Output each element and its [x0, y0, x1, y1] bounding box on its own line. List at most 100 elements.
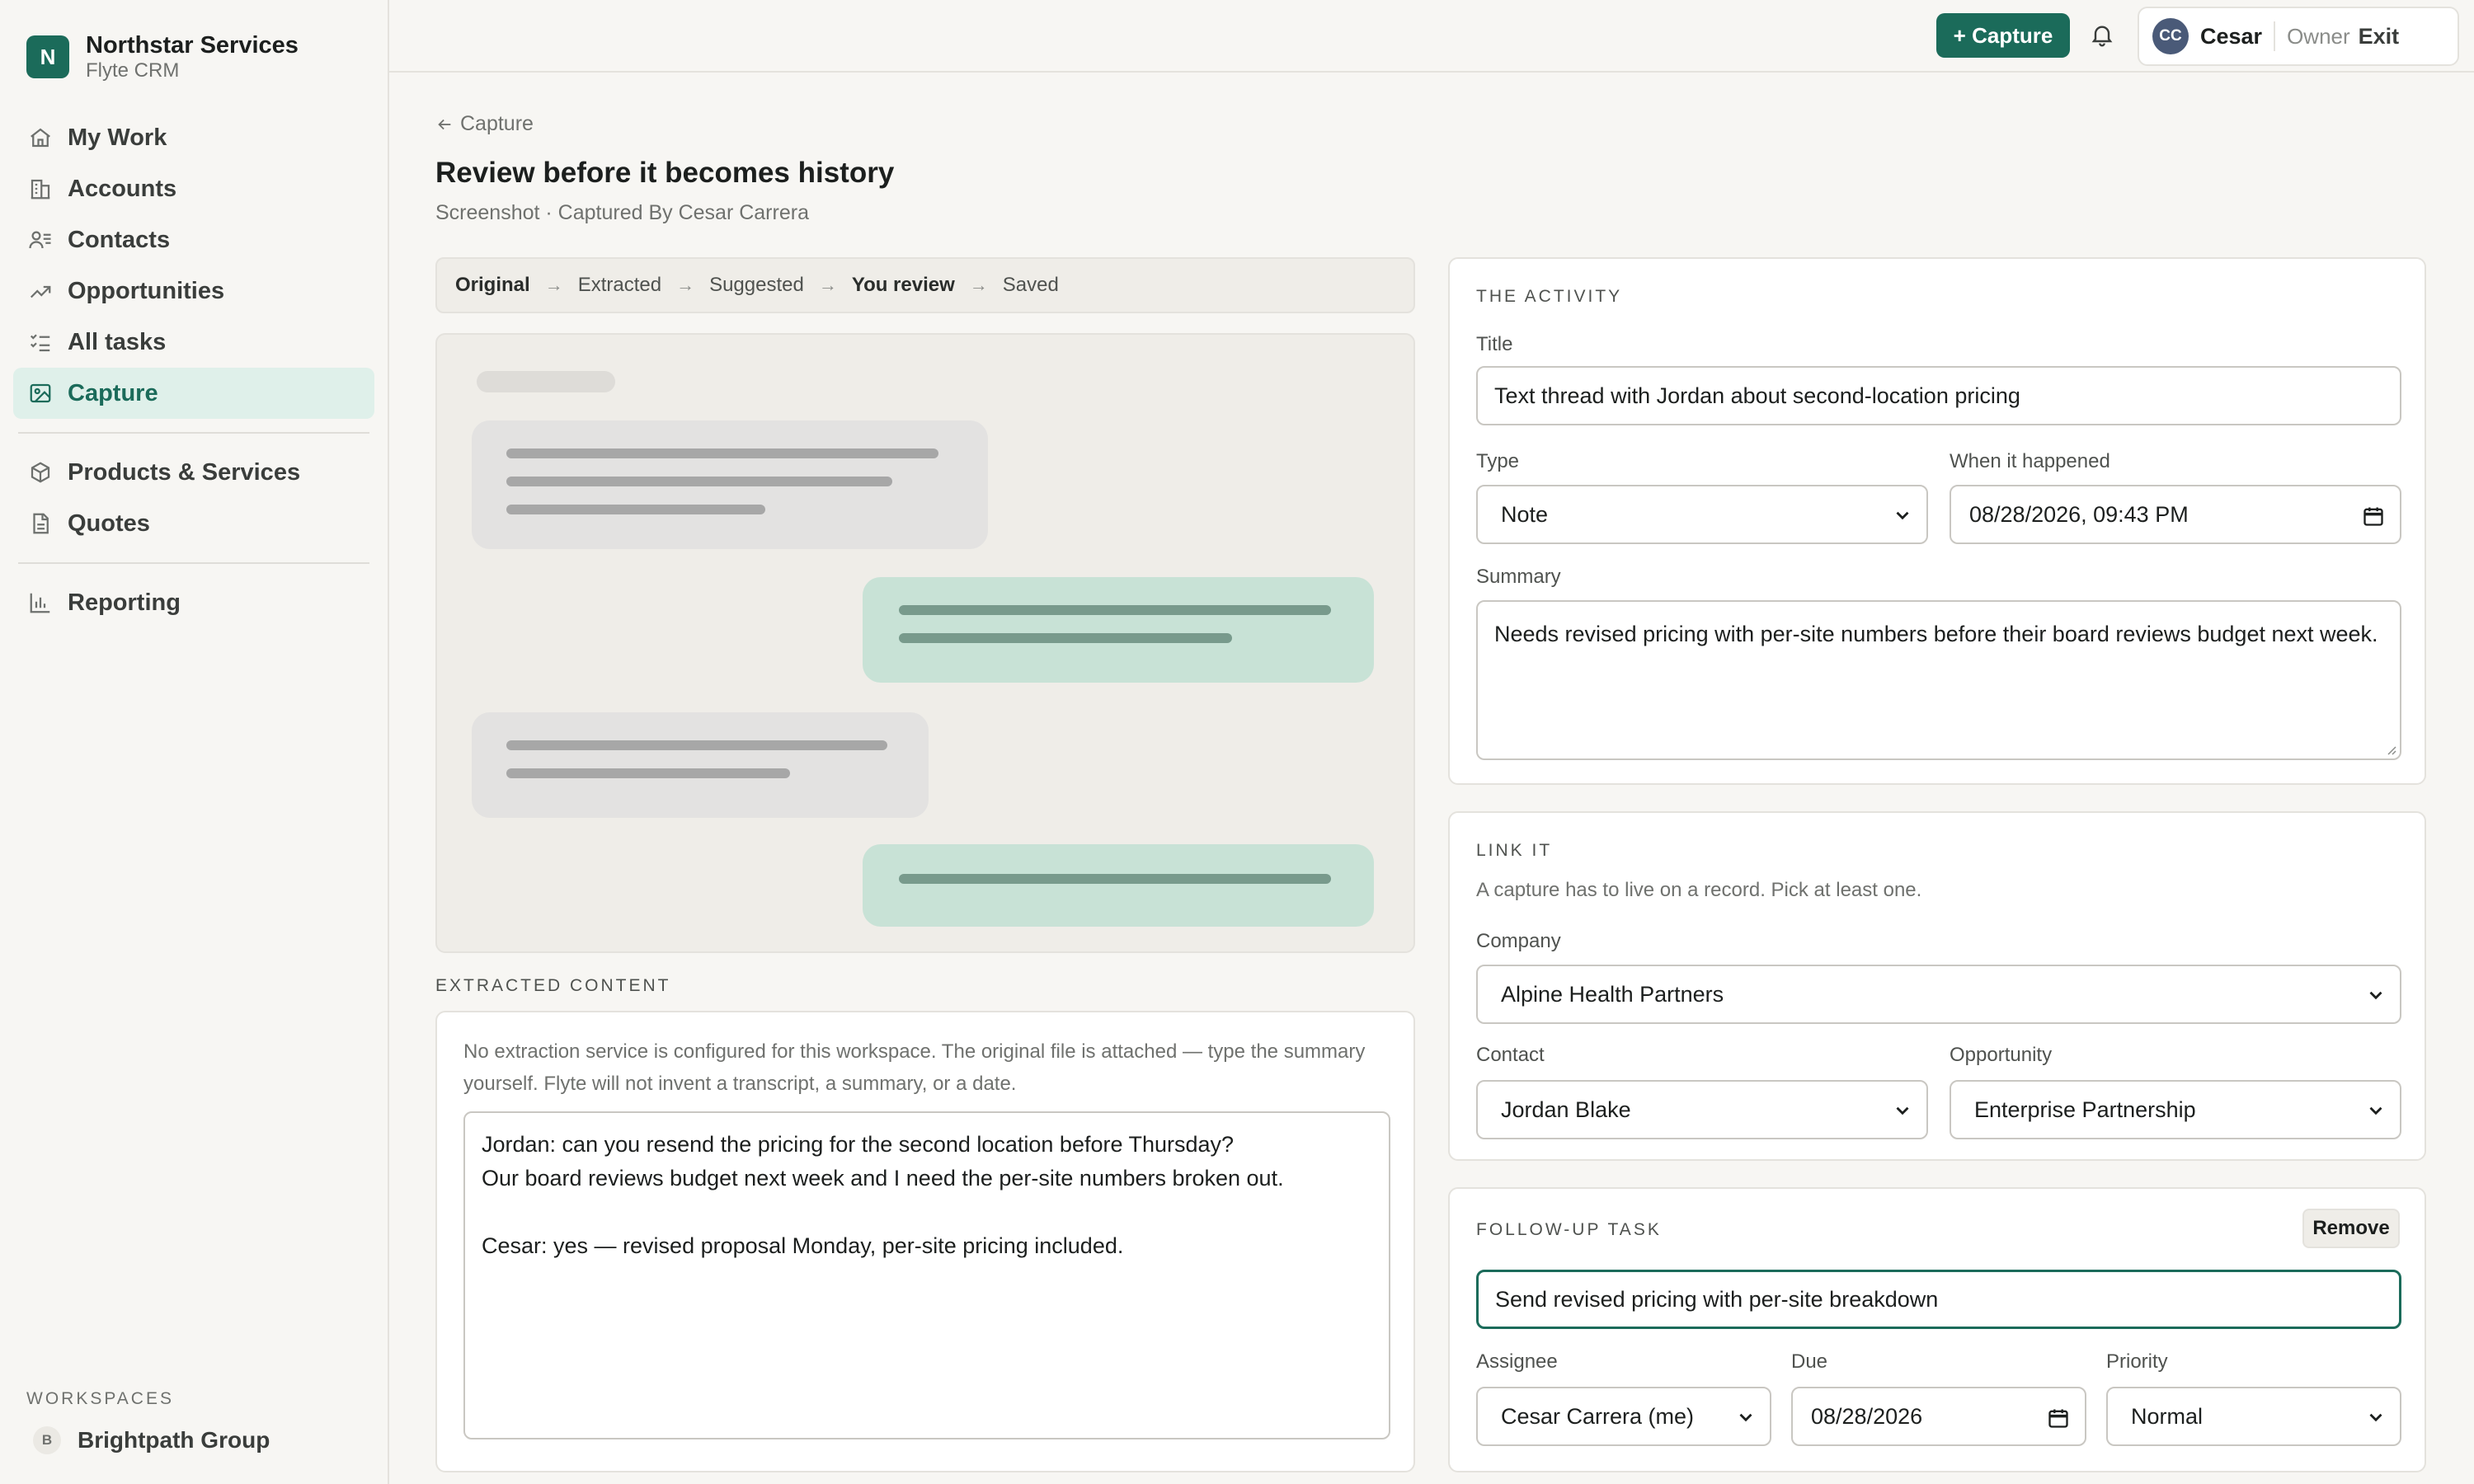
type-select[interactable]: Note [1476, 485, 1928, 544]
extracted-content-card: No extraction service is configured for … [435, 1011, 1415, 1472]
exit-button[interactable]: Exit [2359, 24, 2400, 49]
nav-label: Quotes [68, 510, 150, 537]
nav-item-contacts[interactable]: Contacts [13, 214, 374, 265]
step-extracted: Extracted [577, 274, 662, 296]
nav-divider [18, 432, 369, 434]
summary-label: Summary [1476, 566, 1561, 588]
task-title-input[interactable]: Send revised pricing with per-site break… [1476, 1270, 2401, 1329]
main-nav: My Work Accounts Contacts Opportunities … [13, 112, 374, 628]
placeholder-line [899, 605, 1331, 615]
nav-item-products[interactable]: Products & Services [13, 447, 374, 498]
opportunity-select[interactable]: Enterprise Partnership [1950, 1080, 2401, 1139]
title-input[interactable]: Text thread with Jordan about second-loc… [1476, 366, 2401, 425]
nav-item-my-work[interactable]: My Work [13, 112, 374, 163]
workspaces-label: WORKSPACES [26, 1389, 174, 1408]
box-icon [31, 462, 50, 483]
skeleton-header [477, 371, 615, 392]
placeholder-line [899, 633, 1232, 643]
arrow-right-icon: → [969, 275, 988, 295]
follow-up-label: FOLLOW-UP TASK [1476, 1220, 1662, 1239]
user-name: Cesar [2200, 23, 2263, 49]
chevron-down-icon [1896, 511, 1909, 520]
nav-item-quotes[interactable]: Quotes [13, 498, 374, 549]
nav-item-capture[interactable]: Capture [13, 368, 374, 419]
priority-value: Normal [2131, 1403, 2204, 1429]
step-suggested: Suggested [709, 274, 804, 296]
follow-up-card: FOLLOW-UP TASK Remove Send revised prici… [1448, 1187, 2426, 1472]
step-original: Original [455, 274, 530, 296]
when-datetime-input[interactable]: 08/28/2026, 09:43 PM [1950, 485, 2401, 544]
chevron-down-icon [1896, 1106, 1909, 1115]
company-select[interactable]: Alpine Health Partners [1476, 965, 2401, 1024]
workspace-badge: B [33, 1426, 61, 1454]
when-value: 08/28/2026, 09:43 PM [1969, 501, 2189, 527]
message-bubble-incoming [472, 420, 988, 549]
calendar-icon[interactable] [2362, 505, 2385, 528]
resize-grip-icon[interactable] [2383, 742, 2396, 755]
type-value: Note [1501, 501, 1549, 527]
chevron-down-icon [1739, 1413, 1752, 1422]
separator [2274, 21, 2276, 51]
back-label: Capture [460, 112, 534, 135]
nav-label: Capture [68, 379, 158, 406]
avatar: CC [2152, 18, 2189, 54]
capture-button[interactable]: + Capture [1936, 13, 2070, 58]
title-label: Title [1476, 333, 1513, 355]
activity-card: THE ACTIVITY Title Text thread with Jord… [1448, 257, 2426, 785]
assignee-select[interactable]: Cesar Carrera (me) [1476, 1387, 1771, 1446]
remove-task-button[interactable]: Remove [2302, 1209, 2400, 1248]
workspace-item[interactable]: B Brightpath Group [33, 1426, 270, 1454]
assignee-value: Cesar Carrera (me) [1501, 1403, 1695, 1429]
arrow-left-icon [438, 119, 451, 129]
nav-item-all-tasks[interactable]: All tasks [13, 317, 374, 368]
user-role: Owner [2287, 23, 2350, 49]
checklist-icon [30, 334, 50, 352]
extracted-text-area[interactable]: Jordan: can you resend the pricing for t… [463, 1111, 1390, 1439]
due-label: Due [1791, 1350, 1828, 1373]
placeholder-line [506, 477, 892, 486]
brand-logo: N [26, 35, 69, 78]
nav-item-reporting[interactable]: Reporting [13, 577, 374, 628]
message-bubble-incoming [472, 712, 929, 818]
priority-select[interactable]: Normal [2106, 1387, 2401, 1446]
type-label: Type [1476, 450, 1520, 472]
summary-textarea[interactable]: Needs revised pricing with per-site numb… [1476, 600, 2401, 760]
contact-select[interactable]: Jordan Blake [1476, 1080, 1928, 1139]
when-label: When it happened [1950, 450, 2110, 472]
step-you-review: You review [851, 274, 955, 296]
page-subtitle: Screenshot · Captured By Cesar Carrera [435, 201, 809, 224]
nav-label: All tasks [68, 328, 167, 355]
priority-label: Priority [2106, 1350, 2168, 1373]
nav-item-opportunities[interactable]: Opportunities [13, 265, 374, 317]
link-label: LINK IT [1476, 841, 1553, 860]
extracted-content-label: EXTRACTED CONTENT [435, 976, 671, 995]
nav-label: Opportunities [68, 277, 225, 304]
nav-label: Contacts [68, 226, 171, 253]
placeholder-line [506, 505, 765, 514]
contact-value: Jordan Blake [1501, 1097, 1631, 1122]
placeholder-line [506, 740, 887, 750]
calendar-icon[interactable] [2047, 1407, 2070, 1430]
nav-label: Accounts [68, 175, 177, 202]
bell-icon[interactable] [2089, 21, 2115, 48]
user-menu[interactable]: CC Cesar Owner Exit [2138, 7, 2459, 66]
nav-label: Products & Services [68, 458, 301, 486]
home-icon [31, 128, 50, 148]
nav-item-accounts[interactable]: Accounts [13, 163, 374, 214]
contact-label: Contact [1476, 1044, 1545, 1066]
bar-chart-icon [30, 593, 50, 613]
trending-up-icon [30, 285, 51, 298]
placeholder-line [506, 448, 938, 458]
back-link[interactable]: Capture [435, 112, 534, 136]
due-date-input[interactable]: 08/28/2026 [1791, 1387, 2086, 1446]
link-card: LINK IT A capture has to live on a recor… [1448, 811, 2426, 1161]
message-bubble-outgoing [863, 577, 1374, 683]
image-icon [30, 383, 51, 403]
brand[interactable]: N Northstar Services Flyte CRM [26, 31, 299, 82]
nav-divider [18, 562, 369, 564]
nav-label: My Work [68, 124, 167, 151]
placeholder-line [899, 874, 1331, 884]
page-title: Review before it becomes history [435, 157, 895, 189]
opportunity-value: Enterprise Partnership [1974, 1097, 2196, 1122]
link-help-text: A capture has to live on a record. Pick … [1476, 879, 1922, 901]
